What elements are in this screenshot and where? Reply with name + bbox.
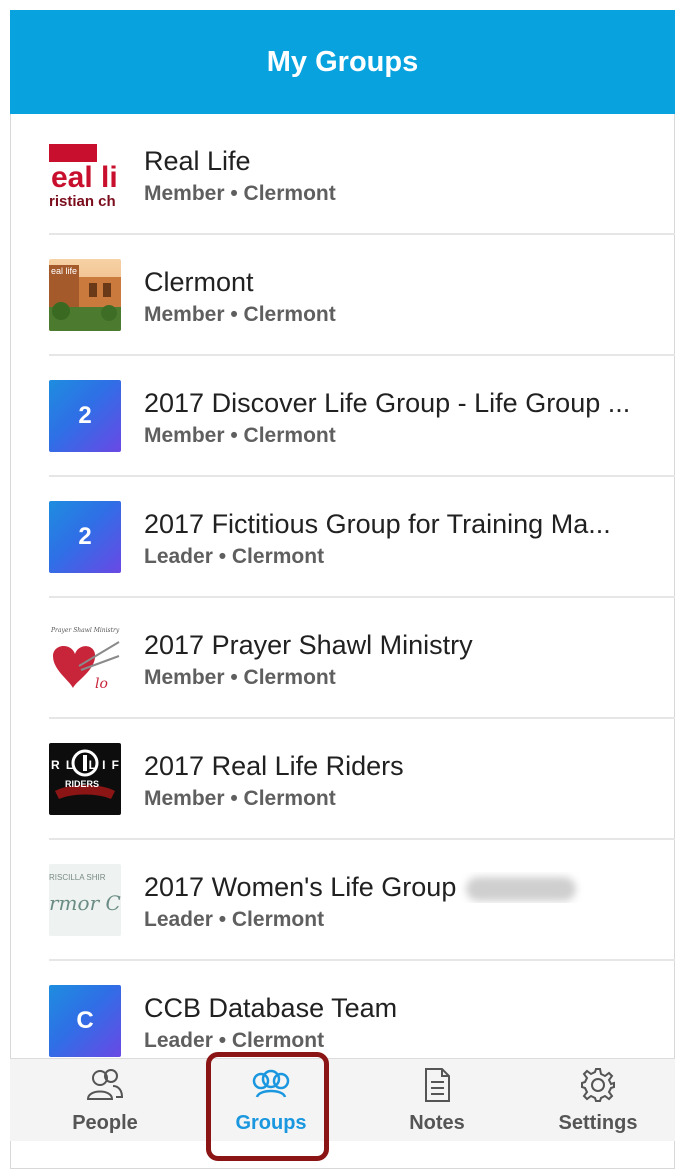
real-life-logo-subtext: ristian ch xyxy=(49,193,116,210)
group-title: 2017 Discover Life Group - Life Group ..… xyxy=(144,388,631,418)
group-initial-badge: 2 xyxy=(49,501,121,573)
bottom-tab-bar: People Groups Notes Settings xyxy=(10,1058,675,1141)
badge-letter: 2 xyxy=(49,501,121,573)
group-subtitle: Member • Clermont xyxy=(144,182,336,205)
group-title: 2017 Real Life Riders xyxy=(144,751,404,781)
people-icon xyxy=(86,1069,124,1100)
notes-icon xyxy=(425,1068,450,1102)
group-subtitle: Leader • Clermont xyxy=(144,908,325,931)
tab-notes[interactable]: Notes xyxy=(354,1059,520,1142)
group-title: 2017 Prayer Shawl Ministry xyxy=(144,630,473,660)
redacted-text xyxy=(466,876,577,901)
group-subtitle: Member • Clermont xyxy=(144,666,336,689)
group-title: Clermont xyxy=(144,267,254,297)
header-bar: My Groups xyxy=(10,10,675,114)
group-initial-badge: 2 xyxy=(49,380,121,452)
script-logo: RISCILLA SHIR rmor C xyxy=(49,864,121,936)
page-title: My Groups xyxy=(266,45,419,78)
svg-text:lo: lo xyxy=(95,676,108,692)
group-initial-badge: C xyxy=(49,985,121,1057)
group-subtitle: Member • Clermont xyxy=(144,303,336,326)
womens-logo-text: RISCILLA SHIR xyxy=(49,873,106,882)
group-title: 2017 Women's Life Group xyxy=(144,872,664,903)
group-subtitle: Leader • Clermont xyxy=(144,1029,325,1052)
group-row-riders[interactable]: RL LIF RIDERS 2017 Real Life Riders Memb… xyxy=(0,719,675,840)
prayer-script-text: Prayer Shawl Ministry xyxy=(50,627,120,634)
real-life-logo-text: eal li xyxy=(51,161,118,194)
group-row-fictitious[interactable]: 2 2017 Fictitious Group for Training Ma.… xyxy=(0,477,675,598)
tab-label: Notes xyxy=(409,1112,465,1134)
group-title: 2017 Fictitious Group for Training Ma... xyxy=(144,509,611,539)
tab-label: Settings xyxy=(558,1112,638,1134)
group-row-prayer-shawl[interactable]: Prayer Shawl Ministry lo 2017 Prayer Sha… xyxy=(0,598,675,719)
group-subtitle: Member • Clermont xyxy=(144,424,336,447)
group-subtitle: Member • Clermont xyxy=(144,787,336,810)
building-sign-text: eal life xyxy=(51,266,77,276)
building-photo: eal life xyxy=(49,259,121,331)
gear-icon xyxy=(581,1068,615,1102)
tab-label: People xyxy=(72,1112,138,1134)
womens-logo-script: rmor C xyxy=(49,891,121,915)
real-life-logo: eal li ristian ch xyxy=(49,138,121,210)
riders-logo-subtext: RIDERS xyxy=(65,779,99,789)
group-row-discover-life[interactable]: 2 2017 Discover Life Group - Life Group … xyxy=(0,356,675,477)
badge-letter: C xyxy=(49,985,121,1057)
group-subtitle: Leader • Clermont xyxy=(144,545,325,568)
group-row-clermont[interactable]: eal life Clermont Member • Clermont xyxy=(0,235,675,356)
tab-people[interactable]: People xyxy=(22,1059,188,1142)
yarn-heart-logo: Prayer Shawl Ministry lo xyxy=(49,622,121,694)
tab-settings[interactable]: Settings xyxy=(515,1059,675,1142)
group-title: CCB Database Team xyxy=(144,993,398,1023)
group-row-real-life[interactable]: eal li ristian ch Real Life Member • Cle… xyxy=(0,114,675,235)
groups-tab-highlight xyxy=(206,1052,329,1161)
group-title-text: 2017 Women's Life Group xyxy=(144,872,457,902)
group-title: Real Life xyxy=(144,146,251,176)
riders-logo: RL LIF RIDERS xyxy=(49,743,121,815)
badge-letter: 2 xyxy=(49,380,121,452)
group-row-womens-life[interactable]: RISCILLA SHIR rmor C 2017 Women's Life G… xyxy=(0,840,675,961)
